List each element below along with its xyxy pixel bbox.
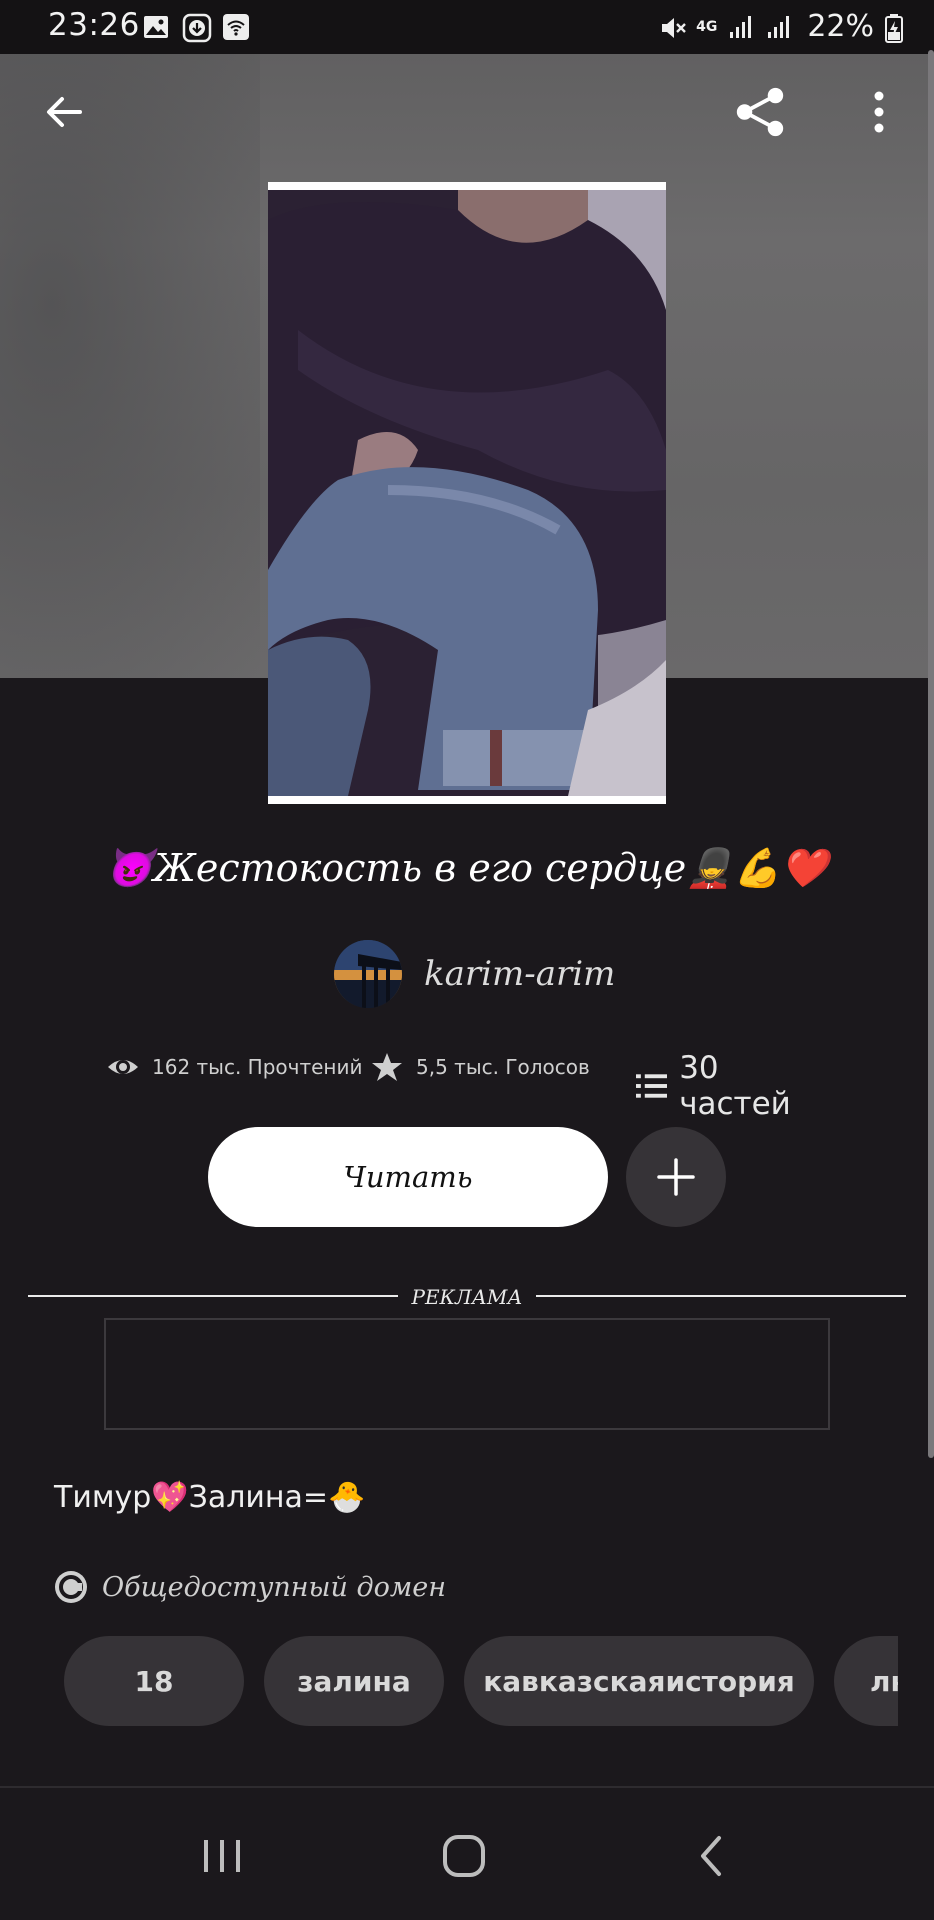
story-cover[interactable] bbox=[268, 182, 666, 804]
copyright-icon bbox=[55, 1571, 87, 1603]
share-button[interactable] bbox=[732, 84, 788, 140]
votes-count: 5,5 тыс. Голосов bbox=[416, 1055, 590, 1079]
title-suffix-emoji: 💂💪❤️ bbox=[686, 846, 829, 890]
votes-stat: 5,5 тыс. Голосов bbox=[370, 1050, 590, 1084]
recent-apps-button[interactable] bbox=[190, 1824, 254, 1888]
download-icon bbox=[182, 13, 212, 43]
plus-icon bbox=[657, 1158, 695, 1196]
recent-apps-icon bbox=[204, 1840, 240, 1872]
author-name[interactable]: karim-arim bbox=[424, 954, 615, 994]
signal-2-icon bbox=[765, 13, 793, 41]
parts-stat[interactable]: 30 частей bbox=[636, 1050, 836, 1122]
battery-charging-icon bbox=[884, 13, 912, 43]
description-emoji2: 🐣 bbox=[328, 1480, 366, 1515]
reads-count: 162 тыс. Прочтений bbox=[152, 1055, 363, 1079]
parts-count: 30 частей bbox=[679, 1050, 791, 1122]
status-bar: 23:26 4G 22% bbox=[0, 0, 934, 54]
home-icon bbox=[443, 1835, 485, 1877]
license-label: Общедоступный домен bbox=[102, 1571, 447, 1603]
arrow-left-icon bbox=[47, 97, 82, 127]
gallery-icon bbox=[142, 13, 170, 41]
title-text: Жестокость в его сердце bbox=[153, 846, 687, 890]
home-button[interactable] bbox=[432, 1824, 496, 1888]
back-button[interactable] bbox=[36, 84, 92, 140]
signal-icon bbox=[727, 13, 755, 41]
more-options-button[interactable] bbox=[851, 84, 907, 140]
ad-slot[interactable] bbox=[104, 1318, 830, 1430]
read-button[interactable]: Читать bbox=[208, 1127, 608, 1227]
ad-divider: РЕКЛАМА bbox=[28, 1282, 906, 1312]
scrollbar[interactable] bbox=[928, 50, 934, 1458]
more-vertical-icon bbox=[874, 91, 884, 133]
reads-stat: 162 тыс. Прочтений bbox=[106, 1050, 363, 1084]
title-prefix-emoji: 😈 bbox=[105, 846, 154, 890]
description-part1: Тимур bbox=[54, 1480, 152, 1515]
system-nav-bar bbox=[0, 1788, 934, 1920]
tag-chip[interactable]: лю bbox=[834, 1636, 898, 1726]
author-avatar[interactable] bbox=[334, 940, 402, 1008]
description-emoji1: 💖 bbox=[151, 1480, 189, 1515]
status-time: 23:26 bbox=[48, 7, 140, 43]
tag-chip[interactable]: 18 bbox=[64, 1636, 244, 1726]
network-type: 4G bbox=[696, 18, 718, 35]
add-to-library-button[interactable] bbox=[626, 1127, 726, 1227]
back-nav-button[interactable] bbox=[678, 1824, 742, 1888]
story-title: 😈Жестокость в его сердце💂💪❤️ bbox=[0, 846, 934, 891]
wifi-calling-icon bbox=[222, 13, 250, 41]
battery-percent: 22% bbox=[807, 9, 874, 44]
chevron-left-icon bbox=[701, 1836, 721, 1876]
description-part2: Залина= bbox=[188, 1480, 329, 1515]
star-icon bbox=[372, 1053, 402, 1081]
tag-chip[interactable]: кавказскаяистория bbox=[464, 1636, 814, 1726]
list-icon bbox=[636, 1074, 668, 1098]
ad-label: РЕКЛАМА bbox=[411, 1285, 523, 1309]
license-row: Общедоступный домен bbox=[54, 1570, 446, 1604]
tag-chip[interactable]: залина bbox=[264, 1636, 444, 1726]
author-row[interactable]: karim-arim bbox=[334, 940, 615, 1008]
share-icon bbox=[736, 87, 784, 137]
mute-icon bbox=[658, 13, 686, 41]
story-description: Тимур 💖 Залина= 🐣 bbox=[54, 1480, 365, 1515]
story-stats: 162 тыс. Прочтений 5,5 тыс. Голосов 30 ч… bbox=[106, 1050, 836, 1122]
eye-icon bbox=[108, 1060, 138, 1074]
cover-photo bbox=[268, 190, 666, 796]
tag-list: 18 залина кавказскаяистория лю bbox=[64, 1636, 898, 1728]
